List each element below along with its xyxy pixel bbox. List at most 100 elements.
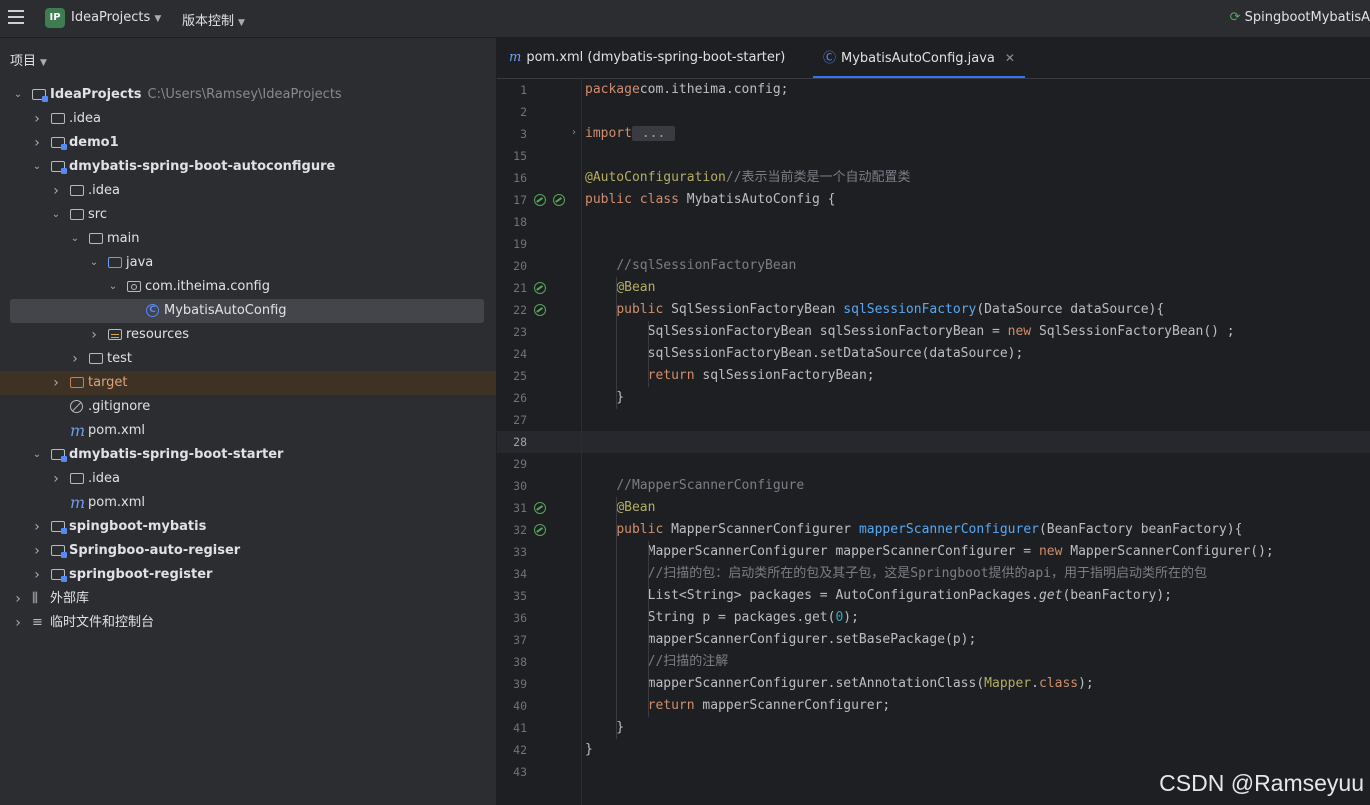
code-token: SqlSessionFactoryBean() ; (1038, 324, 1235, 339)
tree-item[interactable]: m pom.xml (0, 491, 496, 515)
editor-tab-bar: m pom.xml (dmybatis-spring-boot-starter) … (497, 38, 1370, 79)
tree-item[interactable]: ⌄ main (0, 227, 496, 251)
code-line[interactable]: //扫描的包：启动类所在的包及其子包，这是Springboot提供的api，用于… (585, 563, 1207, 585)
tree-item[interactable]: › Springboo-auto-regiser (0, 539, 496, 563)
chevron-right-icon[interactable]: › (31, 131, 43, 155)
tree-item[interactable]: › demo1 (0, 131, 496, 155)
code-token: sqlSessionFactoryBean.setDataSource(data… (585, 346, 1024, 361)
code-line[interactable]: public SqlSessionFactoryBean sqlSessionF… (585, 299, 1164, 321)
tree-item[interactable]: ⌄ com.itheima.config (0, 275, 496, 299)
spring-bean-icon[interactable] (553, 194, 565, 206)
code-line[interactable]: List<String> packages = AutoConfiguratio… (585, 585, 1172, 607)
tree-item[interactable]: › spingboot-mybatis (0, 515, 496, 539)
code-line[interactable]: //MapperScannerConfigure (585, 475, 804, 497)
close-icon[interactable]: ✕ (1005, 51, 1015, 65)
tree-item[interactable]: › ⫼ 外部库 (0, 587, 496, 611)
project-badge[interactable]: IP (45, 8, 65, 28)
chevron-right-icon[interactable]: › (31, 539, 43, 563)
code-line[interactable]: String p = packages.get(0); (585, 607, 859, 629)
chevron-down-icon[interactable]: ⌄ (31, 155, 43, 179)
chevron-down-icon[interactable]: ⌄ (50, 203, 62, 227)
tab-mybatis-auto-config[interactable]: Ⓒ MybatisAutoConfig.java ✕ (813, 38, 1025, 78)
spring-bean-icon[interactable] (534, 282, 546, 294)
code-line[interactable]: return sqlSessionFactoryBean; (585, 365, 875, 387)
chevron-right-icon[interactable]: › (12, 587, 24, 611)
chevron-down-icon[interactable]: ⌄ (12, 83, 24, 107)
tree-item[interactable]: m pom.xml (0, 419, 496, 443)
code-line[interactable]: return mapperScannerConfigurer; (585, 695, 891, 717)
code-token: ); (843, 610, 859, 625)
tree-item[interactable]: › ≡ 临时文件和控制台 (0, 611, 496, 635)
chevron-right-icon[interactable]: › (50, 179, 62, 203)
code-token: List<String> packages = AutoConfiguratio… (585, 588, 1039, 603)
folded-imports[interactable]: ... (631, 126, 676, 141)
code-line[interactable]: //扫描的注解 (585, 651, 729, 673)
chevron-right-icon[interactable]: › (88, 323, 100, 347)
chevron-right-icon[interactable]: › (31, 563, 43, 587)
tree-item[interactable]: ⌄ java (0, 251, 496, 275)
tree-item[interactable]: .gitignore (0, 395, 496, 419)
code-line[interactable]: @AutoConfiguration//表示当前类是一个自动配置类 (585, 167, 911, 189)
line-number: 43 (513, 765, 527, 779)
chevron-down-icon[interactable]: ⌄ (107, 275, 119, 299)
chevron-down-icon[interactable]: ⌄ (69, 227, 81, 251)
code-line[interactable]: mapperScannerConfigurer.setAnnotationCla… (585, 673, 1094, 695)
tree-item[interactable]: C MybatisAutoConfig (10, 299, 484, 323)
chevron-down-icon[interactable]: ⌄ (88, 251, 100, 275)
chevron-right-icon[interactable]: › (69, 347, 81, 371)
spring-bean-icon[interactable] (534, 304, 546, 316)
tree-item[interactable]: › .idea (0, 107, 496, 131)
code-line[interactable]: packagecom.itheima.config; (585, 79, 789, 101)
library-icon: ⫼ (32, 591, 38, 606)
chevron-right-icon[interactable]: › (31, 515, 43, 539)
project-selector[interactable]: IdeaProjects ▼ (71, 10, 161, 25)
tree-item[interactable]: › .idea (0, 467, 496, 491)
chevron-right-icon[interactable]: › (50, 371, 62, 395)
tree-item[interactable]: ⌄ dmybatis-spring-boot-starter (0, 443, 496, 467)
line-number: 29 (513, 457, 527, 471)
tree-item[interactable]: › springboot-register (0, 563, 496, 587)
tree-item[interactable]: › resources (0, 323, 496, 347)
code-line[interactable]: sqlSessionFactoryBean.setDataSource(data… (585, 343, 1024, 365)
code-line[interactable]: } (585, 739, 593, 761)
chevron-down-icon: ▼ (40, 58, 47, 68)
project-view-selector[interactable]: 项目 ▼ (10, 50, 47, 69)
code-line[interactable]: } (585, 387, 624, 409)
vcs-menu[interactable]: 版本控制 ▼ (182, 10, 245, 29)
code-line[interactable]: @Bean (585, 497, 655, 519)
code-line[interactable]: mapperScannerConfigurer.setBasePackage(p… (585, 629, 977, 651)
tree-item[interactable]: ⌄ dmybatis-spring-boot-autoconfigure (0, 155, 496, 179)
spring-bean-icon[interactable] (534, 194, 546, 206)
line-number: 33 (513, 545, 527, 559)
code-line[interactable]: public MapperScannerConfigurer mapperSca… (585, 519, 1242, 541)
tree-item[interactable]: › .idea (0, 179, 496, 203)
fold-expand-icon[interactable]: › (572, 127, 576, 138)
code-line[interactable]: SqlSessionFactoryBean sqlSessionFactoryB… (585, 321, 1235, 343)
line-number: 24 (513, 347, 527, 361)
spring-bean-icon[interactable] (534, 502, 546, 514)
tab-pom-xml[interactable]: m pom.xml (dmybatis-spring-boot-starter) (509, 38, 785, 78)
package-icon (127, 281, 141, 292)
main-menu-icon[interactable] (8, 10, 24, 24)
code-line[interactable]: @Bean (585, 277, 655, 299)
code-line[interactable]: MapperScannerConfigurer mapperScannerCon… (585, 541, 1274, 563)
tree-item-label: resources (126, 323, 189, 347)
code-line[interactable]: public class MybatisAutoConfig { (585, 189, 835, 211)
chevron-right-icon[interactable]: › (50, 467, 62, 491)
tree-item-text: MybatisAutoConfig (164, 303, 287, 318)
tree-item[interactable]: › target (0, 371, 496, 395)
line-number: 26 (513, 391, 527, 405)
chevron-right-icon[interactable]: › (31, 107, 43, 131)
run-configuration-selector[interactable]: ⟳ SpingbootMybatisA (1230, 10, 1370, 25)
chevron-down-icon[interactable]: ⌄ (31, 443, 43, 467)
tree-item[interactable]: › test (0, 347, 496, 371)
chevron-right-icon[interactable]: › (12, 611, 24, 635)
tree-item-text: .idea (88, 471, 120, 486)
spring-bean-icon[interactable] (534, 524, 546, 536)
tree-item[interactable]: ⌄ src (0, 203, 496, 227)
tree-item[interactable]: ⌄ IdeaProjects C:\Users\Ramsey\IdeaProject… (0, 83, 496, 107)
code-line[interactable]: //sqlSessionFactoryBean (585, 255, 796, 277)
code-line[interactable]: import ... (585, 123, 676, 145)
code-line[interactable]: } (585, 717, 624, 739)
